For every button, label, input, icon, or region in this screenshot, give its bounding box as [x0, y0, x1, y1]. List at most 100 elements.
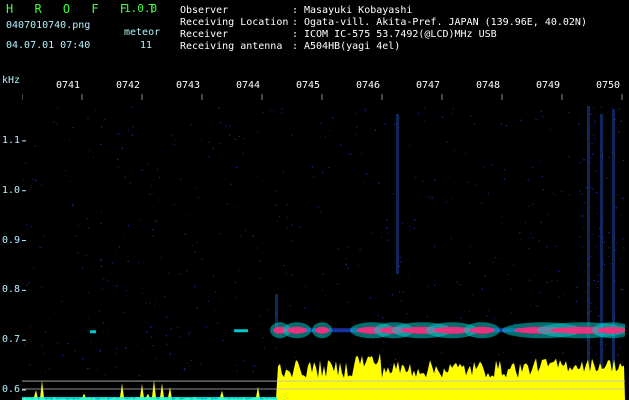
noise-speck [56, 123, 58, 125]
noise-speck [253, 365, 255, 367]
noise-speck [236, 207, 238, 209]
noise-speck [623, 311, 625, 313]
noise-speck [32, 178, 34, 180]
echo-small [90, 330, 96, 334]
noise-speck [386, 219, 388, 221]
noise-speck [125, 347, 127, 349]
noise-speck [62, 354, 64, 357]
echo-core [287, 326, 307, 334]
noise-speck [280, 319, 282, 321]
noise-speck [230, 183, 232, 185]
noise-speck [256, 247, 258, 249]
noise-speck [519, 232, 521, 234]
noise-speck [610, 151, 613, 153]
noise-speck [540, 110, 542, 112]
noise-speck [556, 279, 558, 281]
noise-speck [155, 358, 157, 360]
echo-layer [90, 322, 625, 339]
noise-speck [267, 309, 269, 311]
noise-speck [384, 123, 386, 125]
noise-speck [57, 106, 59, 109]
noise-speck [582, 215, 584, 217]
noise-speck [26, 284, 28, 286]
noise-speck [179, 273, 181, 275]
noise-speck [493, 317, 496, 319]
noise-speck [594, 283, 597, 285]
noise-speck [103, 119, 105, 121]
noise-speck [259, 277, 261, 279]
noise-speck [152, 345, 154, 347]
noise-speck [72, 206, 74, 208]
noise-speck [278, 215, 281, 217]
noise-speck [273, 111, 275, 113]
noise-speck [551, 280, 553, 282]
noise-speck [622, 238, 624, 240]
noise-speck [500, 123, 503, 125]
noise-speck [212, 275, 215, 277]
noise-speck [357, 264, 360, 266]
noise-speck [159, 176, 161, 179]
noise-speck [399, 117, 401, 119]
noise-speck [460, 317, 462, 319]
noise-speck [234, 281, 236, 284]
noise-speck [593, 138, 596, 140]
noise-speck [378, 182, 380, 184]
noise-speck [603, 241, 605, 243]
noise-speck [345, 263, 347, 265]
noise-speck [520, 119, 522, 121]
noise-speck [311, 166, 313, 168]
noise-speck [595, 247, 597, 249]
noise-speck [392, 193, 395, 195]
noise-speck [594, 122, 596, 124]
noise-speck [138, 374, 140, 377]
noise-speck [305, 286, 307, 288]
noise-speck [226, 124, 228, 127]
noise-speck [262, 111, 264, 113]
noise-speck [583, 228, 585, 230]
noise-speck [427, 285, 429, 287]
noise-speck [615, 207, 617, 209]
noise-speck [530, 232, 532, 234]
noise-speck [283, 264, 285, 267]
noise-speck [115, 253, 117, 255]
noise-speck [321, 289, 324, 291]
noise-speck [470, 115, 472, 117]
noise-speck [286, 217, 289, 219]
noise-speck [399, 290, 401, 293]
noise-speck [593, 134, 595, 136]
noise-speck [494, 256, 497, 259]
noise-speck [399, 256, 401, 258]
noise-speck [501, 215, 503, 217]
noise-speck [590, 347, 592, 349]
noise-speck [82, 358, 84, 360]
noise-speck [103, 278, 105, 280]
noise-speck [465, 152, 467, 154]
noise-speck [259, 315, 261, 317]
noise-speck [539, 292, 542, 294]
noise-speck [308, 353, 310, 355]
noise-speck [620, 120, 622, 122]
noise-speck [100, 223, 102, 225]
noise-speck [102, 332, 105, 334]
noise-speck [235, 139, 237, 141]
noise-speck [275, 346, 277, 348]
noise-speck [259, 260, 261, 262]
noise-speck [402, 291, 404, 293]
noise-speck [99, 350, 101, 353]
noise-speck [25, 162, 27, 164]
noise-speck [200, 138, 203, 140]
noise-speck [152, 228, 154, 231]
noise-speck [454, 183, 456, 185]
noise-speck [275, 190, 277, 192]
noise-speck [100, 212, 102, 214]
noise-speck [48, 368, 51, 370]
noise-speck [142, 292, 144, 294]
noise-speck [167, 254, 169, 256]
noise-speck [189, 331, 191, 333]
noise-speck [446, 141, 448, 143]
noise-speck [558, 295, 560, 297]
noise-speck [208, 141, 210, 143]
noise-speck [127, 129, 129, 131]
noise-speck [194, 251, 196, 253]
noise-speck [451, 113, 453, 115]
